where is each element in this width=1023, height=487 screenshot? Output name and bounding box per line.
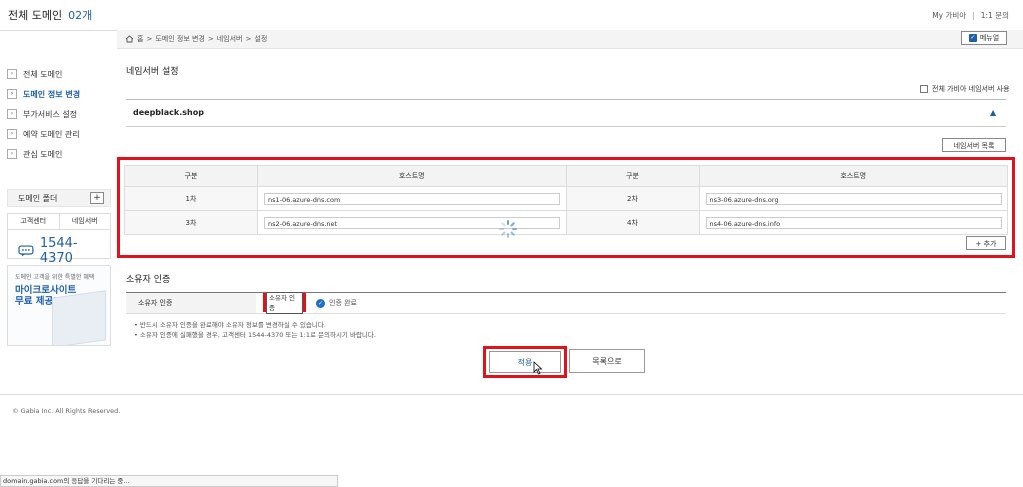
table-header: 구분: [124, 165, 258, 187]
nameserver-table: 구분 호스트명 구분 호스트명 1차 ns1-06.azure-dns.com …: [124, 165, 1008, 235]
mouse-cursor-icon: [533, 361, 543, 375]
table-header: 호스트명: [698, 165, 1008, 187]
breadcrumb-nameserver[interactable]: 네임서버: [217, 34, 243, 44]
ns1-input[interactable]: ns1-06.azure-dns.com: [264, 192, 560, 205]
owner-button-highlight: 소유자 인증: [263, 291, 306, 314]
chevron-right-icon: ›: [7, 149, 17, 159]
promo-thumbnail: [52, 290, 106, 345]
domain-name: deepblack.shop: [133, 108, 204, 117]
sidebar-item-watch-domains[interactable]: › 관심 도메인: [7, 144, 111, 164]
section-title-nameserver: 네임서버 설정: [126, 67, 179, 77]
copyright: © Gabia Inc. All Rights Reserved.: [12, 407, 121, 415]
chat-icon: [18, 245, 34, 257]
all-gabia-ns-checkbox[interactable]: 전체 가비아 네임서버 사용: [920, 84, 1010, 94]
sidebar-item-reserved-domains[interactable]: › 예약 도메인 관리: [7, 124, 111, 144]
owner-notes: • 반드시 소유자 인증을 완료해야 소유자 정보를 변경하실 수 있습니다. …: [134, 320, 376, 340]
footer-divider: [0, 394, 1023, 395]
sidebar-item-domain-info[interactable]: › 도메인 정보 변경: [7, 84, 111, 104]
nameserver-list-button[interactable]: 네임서버 목록: [942, 138, 1006, 152]
my-gabia-link[interactable]: My 가비아: [932, 11, 966, 20]
tab-nameserver[interactable]: 네임서버: [58, 214, 111, 229]
ns2-input[interactable]: ns3-06.azure-dns.org: [705, 192, 1002, 205]
manual-button-label: 메뉴얼: [979, 34, 1000, 42]
apply-button-highlight: 적용: [483, 346, 567, 378]
ns-order-label: 4차: [565, 210, 700, 235]
apply-button[interactable]: 적용: [489, 351, 561, 373]
tab-customer-center[interactable]: 고객센터: [8, 214, 59, 229]
page-title: 전체 도메인 02개: [8, 7, 92, 23]
check-circle-icon: ✓: [316, 298, 325, 308]
owner-verify-button[interactable]: 소유자 인증: [266, 291, 303, 314]
page-title-text: 전체 도메인: [8, 9, 63, 22]
manual-button[interactable]: ✓ 메뉴얼: [961, 31, 1007, 45]
note-line: • 소유자 인증에 실패했을 경우, 고객센터 1544-4370 또는 1:1…: [134, 331, 376, 339]
chevron-right-icon: ›: [7, 69, 17, 79]
table-header: 호스트명: [257, 165, 567, 187]
home-icon[interactable]: [125, 35, 134, 43]
domain-count: 02개: [68, 9, 93, 22]
breadcrumb: 홈 > 도메인 정보 변경 > 네임서버 > 설정: [125, 34, 267, 44]
collapse-up-icon[interactable]: ▲: [990, 108, 996, 117]
ns-order-label: 2차: [565, 186, 700, 211]
note-line: • 반드시 소유자 인증을 완료해야 소유자 정보를 변경하실 수 있습니다.: [134, 321, 326, 329]
chevron-right-icon: ›: [7, 109, 17, 119]
chevron-right-icon: ›: [7, 129, 17, 139]
sidebar: › 전체 도메인 › 도메인 정보 변경 › 부가서비스 설정 › 예약 도메인 관리 …: [7, 64, 111, 164]
breadcrumb-bar: 홈 > 도메인 정보 변경 > 네임서버 > 설정 ✓ 메뉴얼: [117, 30, 1023, 49]
checkmark-icon: ✓: [968, 34, 977, 42]
add-folder-button[interactable]: +: [90, 192, 104, 204]
loading-spinner-icon: [499, 220, 517, 238]
owner-verification-row: 소유자 인증 소유자 인증 ✓ 인증 완료: [126, 291, 1006, 314]
breadcrumb-settings: 설정: [254, 35, 268, 43]
checkbox-icon[interactable]: [920, 85, 928, 93]
add-nameserver-button[interactable]: + 추가: [966, 236, 1006, 250]
chevron-right-icon: ›: [7, 89, 17, 99]
support-box: 고객센터 네임서버 1544-4370: [7, 213, 111, 266]
breadcrumb-home[interactable]: 홈: [137, 34, 143, 44]
support-phone: 1544-4370: [39, 236, 78, 266]
sidebar-item-addon-services[interactable]: › 부가서비스 설정: [7, 104, 111, 124]
divider: [126, 126, 1006, 127]
promo-subtitle: 도메인 고객을 위한 특별한 혜택: [15, 274, 95, 281]
sidebar-item-all-domains[interactable]: › 전체 도메인: [7, 64, 111, 84]
breadcrumb-domain-info[interactable]: 도메인 정보 변경: [155, 34, 205, 44]
verification-status: ✓ 인증 완료: [316, 298, 357, 308]
table-row: 1차 ns1-06.azure-dns.com 2차 ns3-06.azure-…: [124, 186, 1008, 211]
promo-title-line1: 마이크로사이트: [15, 285, 77, 296]
promo-banner[interactable]: 도메인 고객을 위한 특별한 혜택 마이크로사이트 무료 제공!: [7, 265, 111, 346]
all-gabia-ns-label: 전체 가비아 네임서버 사용: [932, 85, 1010, 93]
section-title-owner: 소유자 인증: [126, 275, 171, 285]
divider: [126, 99, 1006, 100]
back-to-list-button[interactable]: 목록으로: [569, 349, 645, 373]
browser-status-bar: domain.gabia.com의 응답을 기다리는 중...: [0, 475, 338, 487]
table-header: 구분: [565, 165, 700, 187]
top-links: My 가비아 | 1:1 문의: [932, 11, 1009, 20]
ns4-input[interactable]: ns4-06.azure-dns.info: [705, 216, 1002, 229]
ns-order-label: 1차: [124, 186, 258, 211]
ns-order-label: 3차: [124, 210, 258, 235]
verification-status-text: 인증 완료: [329, 299, 357, 307]
inquiry-link[interactable]: 1:1 문의: [981, 11, 1009, 20]
owner-verification-label: 소유자 인증: [126, 293, 256, 313]
domain-folder-label: 도메인 폴더: [18, 193, 58, 203]
table-row: 3차 ns2-06.azure-dns.net 4차 ns4-06.azure-…: [124, 210, 1008, 235]
top-header: 전체 도메인 02개 My 가비아 | 1:1 문의: [0, 0, 1023, 31]
domain-folder: 도메인 폴더 +: [7, 189, 111, 207]
